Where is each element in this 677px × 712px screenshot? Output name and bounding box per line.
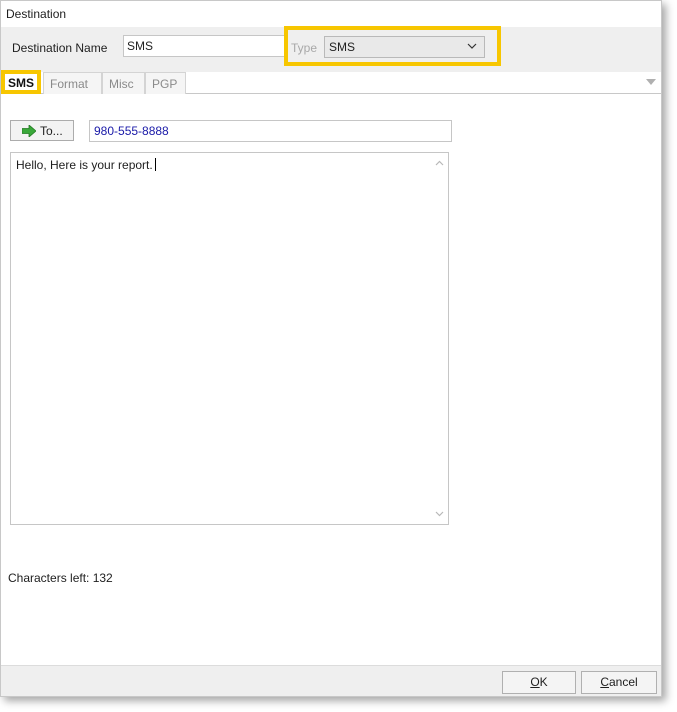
tab-overflow-icon[interactable]: [646, 79, 656, 85]
type-label: Type: [291, 41, 318, 55]
to-button[interactable]: To...: [10, 120, 74, 141]
tab-misc[interactable]: Misc: [102, 72, 145, 94]
type-selected-value: SMS: [329, 40, 356, 54]
destination-name-input[interactable]: [123, 35, 285, 57]
cancel-label-rest: ancel: [608, 675, 638, 689]
title-bar: Destination: [1, 1, 661, 27]
scroll-up-icon[interactable]: [435, 159, 444, 168]
to-button-label: To...: [40, 123, 63, 138]
to-recipient-value: 980-555-8888: [94, 124, 169, 138]
to-recipient-input[interactable]: 980-555-8888: [89, 120, 452, 142]
tab-pgp-label: PGP: [152, 77, 178, 91]
tab-format-label: Format: [50, 77, 89, 91]
chevron-down-icon: [467, 43, 477, 49]
text-caret: [154, 158, 156, 171]
destination-dialog: Destination Destination Name Type SMS SM…: [0, 0, 662, 697]
tab-sms[interactable]: SMS: [1, 70, 42, 94]
type-select[interactable]: SMS: [324, 36, 485, 58]
dialog-footer: OK Cancel: [1, 665, 661, 696]
ok-label-rest: K: [539, 675, 548, 689]
destination-name-label: Destination Name: [12, 41, 108, 55]
tab-pgp[interactable]: PGP: [145, 72, 186, 94]
tab-format[interactable]: Format: [43, 72, 102, 94]
message-text: Hello, Here is your report.: [16, 158, 156, 172]
window-title: Destination: [6, 7, 67, 21]
tab-misc-label: Misc: [109, 77, 134, 91]
characters-left-label: Characters left: 132: [8, 571, 113, 585]
message-scrollbar[interactable]: [431, 153, 448, 524]
cancel-mnemonic: C: [600, 675, 609, 689]
ok-button[interactable]: OK: [502, 671, 576, 694]
tab-sms-label: SMS: [8, 76, 35, 90]
arrow-right-icon: [22, 124, 36, 137]
cancel-button[interactable]: Cancel: [581, 671, 657, 694]
message-textarea[interactable]: Hello, Here is your report.: [10, 152, 449, 525]
scroll-down-icon[interactable]: [435, 509, 444, 518]
destination-header: Destination Name Type SMS: [1, 26, 661, 72]
message-content: Hello, Here is your report.: [16, 158, 153, 172]
tab-strip: SMS Format Misc PGP: [1, 70, 661, 94]
ok-mnemonic: O: [530, 675, 540, 689]
